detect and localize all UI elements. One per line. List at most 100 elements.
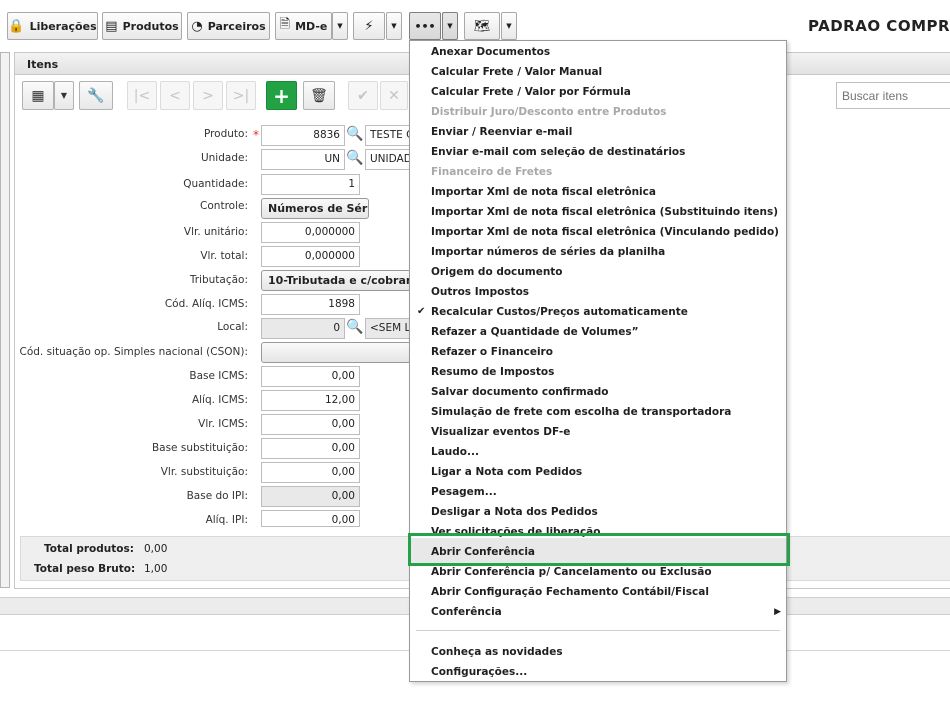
page-title: PADRAO COMPRA [808, 17, 950, 35]
local-label: Local: [217, 321, 248, 333]
left-collapsed-panel[interactable] [0, 52, 10, 588]
produtos-button[interactable]: ▤ Produtos [102, 12, 182, 40]
total-peso-value: 1,00 [144, 563, 168, 575]
vlr-subst-field[interactable]: 0,00 [261, 462, 360, 483]
quantidade-label: Quantidade: [183, 178, 248, 190]
menu-item[interactable]: Outros Impostos [431, 286, 529, 298]
more-options-dropdown-arrow[interactable]: ▼ [442, 12, 458, 40]
unidade-description-field[interactable]: UNIDAD [365, 149, 411, 170]
actions-button[interactable]: ⚡ [353, 12, 385, 40]
menu-item[interactable]: Importar Xml de nota fiscal eletrônica (… [431, 226, 779, 238]
menu-item[interactable]: Abrir Conferência p/ Cancelamento ou Exc… [431, 566, 712, 578]
menu-item[interactable]: Salvar documento confirmado [431, 386, 609, 398]
aliq-ipi-field[interactable]: 0,00 [261, 510, 360, 527]
total-produtos-value: 0,00 [144, 543, 168, 555]
grid-icon: ▦ [31, 87, 45, 104]
previous-record-button[interactable]: < [160, 81, 190, 110]
vlr-total-field[interactable]: 0,000000 [261, 246, 360, 267]
menu-item[interactable]: Calcular Frete / Valor Manual [431, 66, 602, 78]
menu-item[interactable]: Abrir Configuração Fechamento Contábil/F… [431, 586, 709, 598]
parceiros-button[interactable]: ◔ Parceiros [187, 12, 270, 40]
menu-item[interactable]: Calcular Frete / Valor por Fórmula [431, 86, 631, 98]
mde-button[interactable]: 🗎 MD-e [275, 12, 332, 40]
menu-item[interactable]: Resumo de Impostos [431, 366, 554, 378]
menu-item[interactable]: Refazer o Financeiro [431, 346, 553, 358]
menu-item[interactable]: Anexar Documentos [431, 46, 550, 58]
menu-item[interactable]: Enviar / Reenviar e-mail [431, 126, 572, 138]
base-ipi-label: Base do IPI: [186, 490, 248, 502]
reports-button[interactable]: 🗺 [464, 12, 500, 40]
tributacao-select[interactable]: 10-Tributada e c/cobran [261, 270, 411, 291]
menu-item[interactable]: Conferência [431, 606, 502, 618]
mde-dropdown-arrow[interactable]: ▼ [332, 12, 348, 40]
aliq-icms-label: Alíq. ICMS: [191, 394, 248, 406]
cancel-button[interactable]: ✕ [380, 81, 408, 110]
total-produtos-label: Total produtos: [44, 543, 134, 555]
list-icon: ▤ [105, 18, 118, 34]
menu-item[interactable]: Simulação de frete com escolha de transp… [431, 406, 731, 418]
aliq-icms-field[interactable]: 12,00 [261, 390, 360, 411]
controle-button[interactable]: Números de Série [261, 198, 369, 219]
menu-item[interactable]: Recalcular Custos/Preços automaticamente [431, 306, 688, 318]
produto-code-field[interactable]: 8836 [261, 125, 345, 146]
base-icms-field[interactable]: 0,00 [261, 366, 360, 387]
menu-item[interactable]: Enviar e-mail com seleção de destinatári… [431, 146, 685, 158]
total-peso-label: Total peso Bruto: [34, 563, 136, 575]
menu-item[interactable]: Importar números de séries da planilha [431, 246, 665, 258]
last-record-button[interactable]: >| [226, 81, 256, 110]
cod-aliq-icms-label: Cód. Alíq. ICMS: [164, 298, 248, 310]
liberacoes-button[interactable]: 🔒 Liberações [7, 12, 98, 40]
more-options-button[interactable]: ••• [409, 12, 441, 40]
cod-aliq-icms-field[interactable]: 1898 [261, 294, 360, 315]
vlr-icms-label: Vlr. ICMS: [198, 418, 248, 430]
grid-view-button[interactable]: ▦ [22, 81, 54, 110]
menu-separator [416, 630, 780, 631]
base-subst-field[interactable]: 0,00 [261, 438, 360, 459]
menu-item[interactable]: Visualizar eventos DF-e [431, 426, 570, 438]
menu-item[interactable]: Refazer a Quantidade de Volumes” [431, 326, 639, 338]
next-icon: > [202, 87, 214, 104]
menu-item[interactable]: Importar Xml de nota fiscal eletrônica (… [431, 206, 778, 218]
required-marker: * [253, 128, 259, 142]
delete-item-button[interactable]: 🗑 [303, 81, 335, 110]
menu-item[interactable]: Importar Xml de nota fiscal eletrônica [431, 186, 656, 198]
menu-item[interactable]: Pesagem... [431, 486, 497, 498]
next-record-button[interactable]: > [193, 81, 223, 110]
unidade-search-icon[interactable]: 🔍 [346, 150, 363, 166]
confirm-button[interactable]: ✔ [348, 81, 378, 110]
quantidade-field[interactable]: 1 [261, 174, 360, 195]
produto-description-field[interactable]: TESTE C [365, 125, 411, 146]
parceiros-label: Parceiros [207, 19, 266, 33]
vlr-total-label: Vlr. total: [200, 250, 248, 262]
local-search-icon[interactable]: 🔍 [346, 319, 363, 335]
base-icms-label: Base ICMS: [189, 370, 248, 382]
local-description-field[interactable]: <SEM LO [365, 318, 411, 339]
document-icon: 🗎 [279, 17, 291, 32]
add-item-button[interactable]: + [266, 81, 297, 110]
plus-icon: + [273, 83, 290, 108]
unidade-code-field[interactable]: UN [261, 149, 345, 170]
actions-dropdown-arrow[interactable]: ▼ [386, 12, 402, 40]
cson-select[interactable] [261, 342, 411, 363]
vlr-icms-field[interactable]: 0,00 [261, 414, 360, 435]
previous-icon: < [169, 87, 181, 104]
search-items-input[interactable] [836, 82, 950, 109]
base-ipi-field[interactable]: 0,00 [261, 486, 360, 507]
grid-view-dropdown[interactable]: ▼ [54, 81, 74, 110]
menu-item[interactable]: Desligar a Nota dos Pedidos [431, 506, 598, 518]
menu-item[interactable]: Laudo... [431, 446, 479, 458]
menu-item[interactable]: Origem do documento [431, 266, 563, 278]
local-code-field[interactable]: 0 [261, 318, 345, 339]
vlr-unitario-label: Vlr. unitário: [183, 226, 248, 238]
lightning-icon: ⚡ [364, 18, 374, 34]
menu-item[interactable]: Configurações... [431, 666, 527, 678]
vlr-subst-label: Vlr. substituição: [160, 466, 248, 478]
reports-dropdown-arrow[interactable]: ▼ [501, 12, 517, 40]
lock-icon: 🔒 [8, 18, 25, 34]
vlr-unitario-field[interactable]: 0,000000 [261, 222, 360, 243]
menu-item[interactable]: Ligar a Nota com Pedidos [431, 466, 582, 478]
settings-button[interactable]: 🔧 [79, 81, 113, 110]
produto-search-icon[interactable]: 🔍 [346, 126, 363, 142]
menu-item[interactable]: Conheça as novidades [431, 646, 563, 658]
first-record-button[interactable]: |< [127, 81, 157, 110]
